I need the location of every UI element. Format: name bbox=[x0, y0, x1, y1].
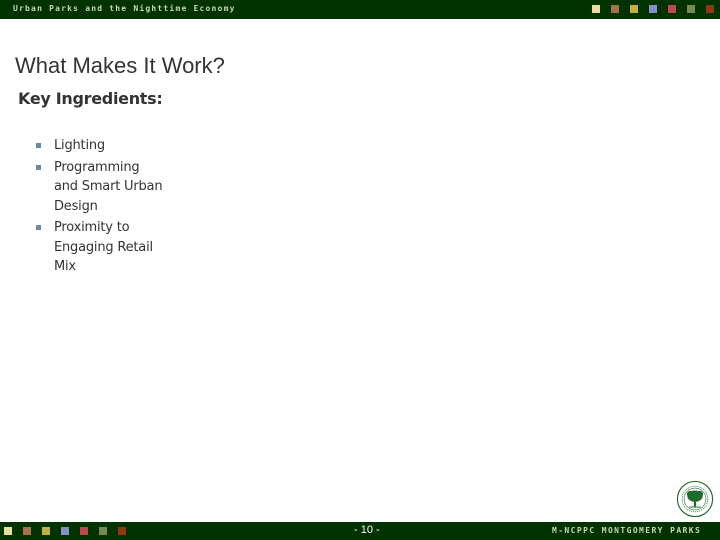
bullet-text: Lighting bbox=[54, 138, 105, 153]
square-red bbox=[80, 527, 88, 535]
montgomery-parks-logo-icon bbox=[676, 480, 714, 518]
slide-title: What Makes It Work? bbox=[15, 53, 225, 78]
slide-subtitle: Key Ingredients: bbox=[18, 89, 163, 108]
square-red bbox=[668, 5, 676, 13]
organization-name: M-NCPPC MONTGOMERY PARKS bbox=[552, 526, 702, 535]
square-cream bbox=[4, 527, 12, 535]
square-cream bbox=[592, 5, 600, 13]
square-olive bbox=[687, 5, 695, 13]
footer-bar: - 10 - M-NCPPC MONTGOMERY PARKS bbox=[0, 522, 720, 540]
square-brown bbox=[23, 527, 31, 535]
square-bullet-icon bbox=[36, 164, 41, 170]
square-olive bbox=[99, 527, 107, 535]
square-blue bbox=[61, 527, 69, 535]
square-rust bbox=[706, 5, 714, 13]
square-blue bbox=[649, 5, 657, 13]
presentation-title: Urban Parks and the Nighttime Economy bbox=[13, 4, 236, 13]
bullet-item: Lighting bbox=[36, 136, 166, 156]
square-mustard bbox=[42, 527, 50, 535]
square-rust bbox=[118, 527, 126, 535]
header-bar: Urban Parks and the Nighttime Economy bbox=[0, 0, 720, 19]
bullet-text: Programming and Smart Urban Design bbox=[54, 159, 163, 214]
bullet-text: Proximity to Engaging Retail Mix bbox=[54, 220, 153, 274]
decorative-squares-top bbox=[592, 5, 720, 13]
bullet-item: Proximity to Engaging Retail Mix bbox=[36, 218, 166, 277]
square-bullet-icon bbox=[36, 143, 41, 148]
page-number: - 10 - bbox=[354, 524, 380, 536]
decorative-squares-bottom bbox=[4, 527, 137, 535]
square-brown bbox=[611, 5, 619, 13]
square-bullet-icon bbox=[36, 225, 41, 230]
bullet-list: Lighting Programming and Smart Urban Des… bbox=[36, 136, 166, 279]
bullet-item: Programming and Smart Urban Design bbox=[36, 158, 166, 217]
square-mustard bbox=[630, 5, 638, 13]
